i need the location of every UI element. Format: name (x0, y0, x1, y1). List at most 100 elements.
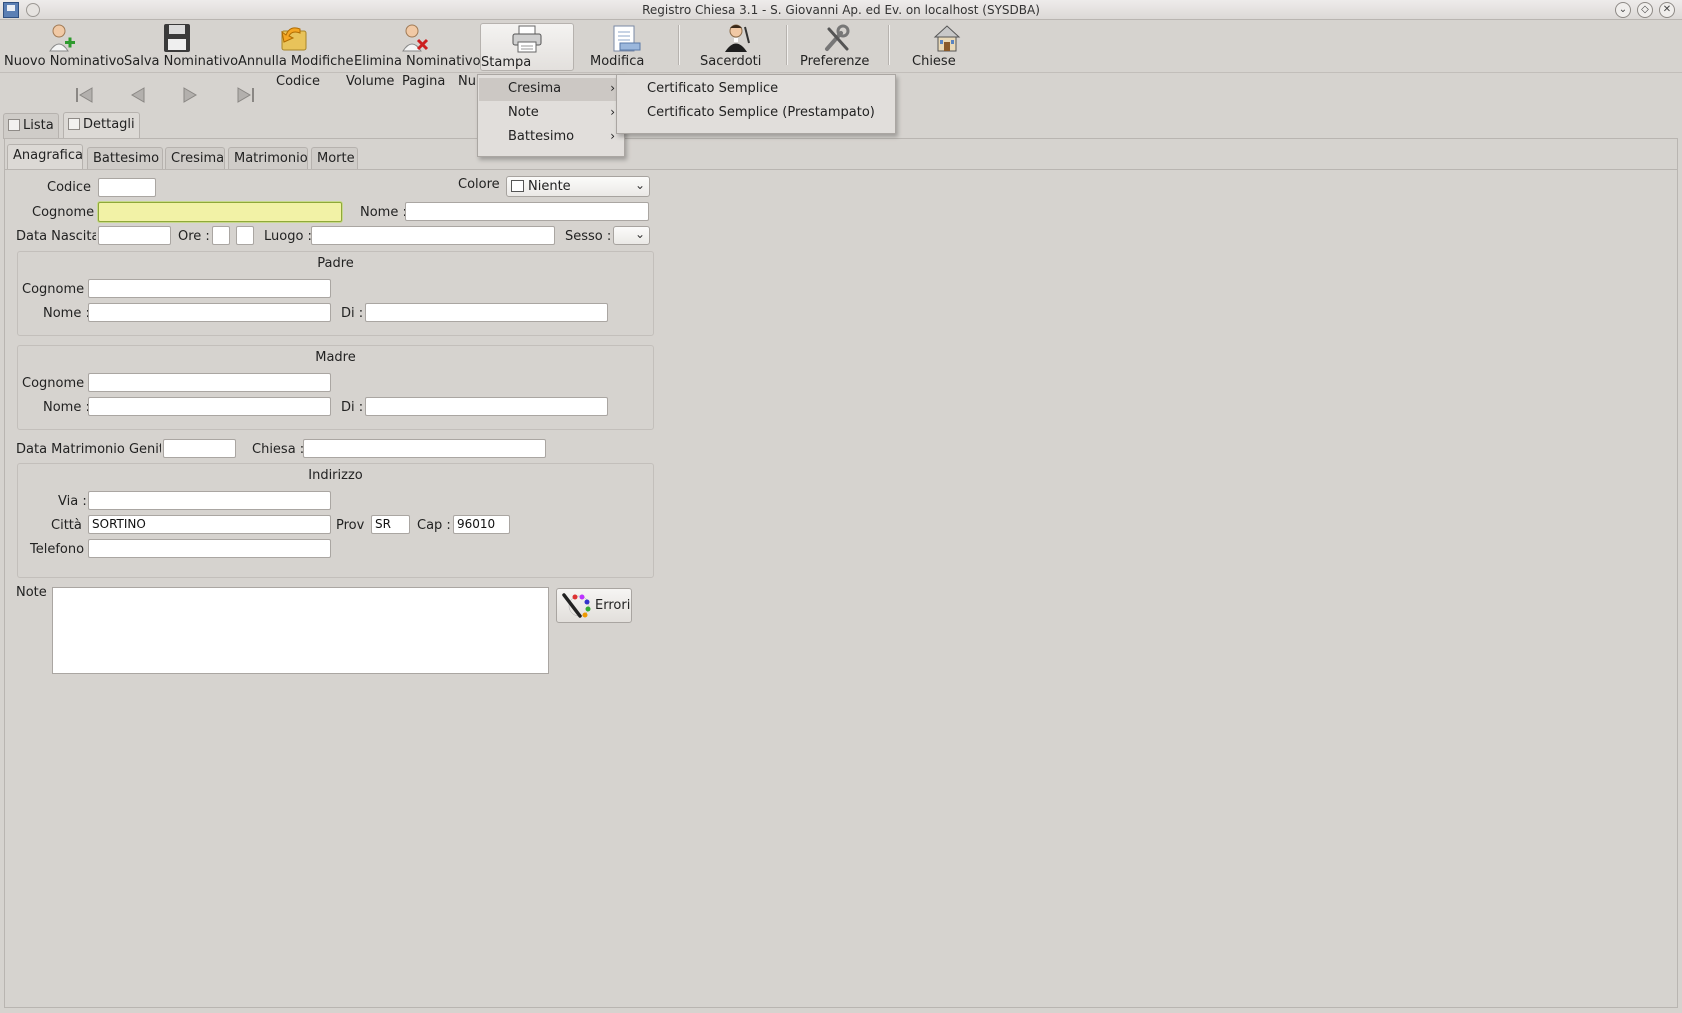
note-textarea[interactable] (52, 587, 549, 674)
luogo-label: Luogo : (264, 229, 312, 244)
padre-cognome-label: Cognome (22, 282, 85, 297)
modifica-button[interactable]: Modifica (590, 23, 662, 71)
remove-person-icon (398, 23, 430, 53)
chevron-right-icon: › (610, 81, 615, 95)
last-record-icon[interactable] (234, 86, 256, 104)
cognome-field[interactable] (98, 202, 342, 222)
subtab-divider (5, 169, 1677, 170)
maximize-icon[interactable]: ◇ (1637, 2, 1653, 18)
sesso-label: Sesso : (565, 229, 612, 244)
toolbar-separator (888, 25, 890, 65)
edit-document-icon (610, 23, 642, 53)
codice-field[interactable] (98, 178, 156, 197)
salva-nominativo-button[interactable]: Salva Nominativo (124, 23, 238, 71)
brush-palette-icon (562, 593, 591, 618)
padre-title: Padre (317, 256, 354, 271)
add-person-icon (45, 23, 77, 53)
main-toolbar: Nuovo Nominativo Salva Nominativo Annull… (0, 20, 1682, 73)
madre-nome-field[interactable] (88, 397, 331, 416)
errori-label: Errori (595, 598, 631, 613)
chevron-right-icon: › (610, 129, 615, 143)
cresima-submenu: Certificato Semplice Certificato Semplic… (616, 74, 896, 134)
menu-item-note[interactable]: Note › (479, 102, 623, 125)
nav-label-pagina: Pagina (402, 74, 446, 89)
padre-nome-label: Nome : (43, 306, 90, 321)
details-icon (68, 118, 80, 130)
menu-item-cresima[interactable]: Cresima › (479, 78, 623, 101)
toolbar-separator (786, 25, 788, 65)
padre-di-label: Di : (341, 306, 364, 321)
prov-field[interactable]: SR (371, 515, 410, 534)
priest-icon (721, 23, 753, 53)
nav-label-volume: Volume (346, 74, 395, 89)
luogo-field[interactable] (311, 226, 555, 245)
minuti-field[interactable] (236, 226, 254, 245)
stampa-menu: Cresima › Note › Battesimo › (477, 74, 625, 157)
tab-lista[interactable]: Lista (3, 113, 59, 139)
next-record-icon[interactable] (180, 86, 202, 104)
minimize-icon[interactable]: ⌄ (1615, 2, 1631, 18)
previous-record-icon[interactable] (126, 86, 148, 104)
window-title: Registro Chiesa 3.1 - S. Giovanni Ap. ed… (642, 3, 1040, 17)
menu-item-certificato-semplice-prestampato[interactable]: Certificato Semplice (Prestampato) (618, 102, 894, 125)
first-record-icon[interactable] (74, 86, 96, 104)
chiesa-label: Chiesa : (252, 442, 305, 457)
telefono-label: Telefono (30, 542, 85, 557)
chiese-button[interactable]: Chiese (912, 23, 982, 71)
sacerdoti-button[interactable]: Sacerdoti (700, 23, 774, 71)
chevron-right-icon: › (610, 105, 615, 119)
nome-label: Nome : (360, 205, 407, 220)
chevron-down-icon: ⌄ (634, 227, 645, 241)
subtab-cresima[interactable]: Cresima (165, 147, 225, 169)
citta-field[interactable]: SORTINO (88, 515, 331, 534)
via-label: Via : (58, 494, 87, 509)
undo-folder-icon (278, 23, 310, 53)
indirizzo-title: Indirizzo (308, 468, 363, 483)
preferenze-button[interactable]: Preferenze (800, 23, 874, 71)
menu-item-certificato-semplice[interactable]: Certificato Semplice (618, 78, 894, 101)
close-icon[interactable]: ✕ (1659, 2, 1675, 18)
nuovo-nominativo-button[interactable]: Nuovo Nominativo (4, 23, 124, 71)
madre-title: Madre (315, 350, 356, 365)
madre-nome-label: Nome : (43, 400, 90, 415)
nome-field[interactable] (405, 202, 649, 221)
chevron-down-icon: ⌄ (634, 178, 645, 192)
colore-select[interactable]: Niente ⌄ (506, 176, 650, 197)
subtab-anagrafica[interactable]: Anagrafica (7, 144, 83, 169)
chiesa-field[interactable] (303, 439, 546, 458)
cognome-label: Cognome (32, 205, 95, 220)
data-matrimonio-genitori-field[interactable] (163, 439, 236, 458)
floppy-disk-icon (161, 23, 193, 53)
madre-di-field[interactable] (365, 397, 608, 416)
citta-label: Città (51, 518, 82, 533)
padre-nome-field[interactable] (88, 303, 331, 322)
tools-icon (821, 23, 853, 53)
tab-dettagli[interactable]: Dettagli (63, 112, 140, 138)
sesso-select[interactable]: ⌄ (613, 226, 650, 245)
cap-label: Cap : (417, 518, 451, 533)
nav-label-numero: Nu (458, 74, 476, 89)
toolbar-separator (678, 25, 680, 65)
telefono-field[interactable] (88, 539, 331, 558)
annulla-modifiche-button[interactable]: Annulla Modifiche (238, 23, 354, 71)
madre-cognome-field[interactable] (88, 373, 331, 392)
cap-field[interactable]: 96010 (453, 515, 510, 534)
colore-label: Colore (458, 177, 500, 192)
stampa-button[interactable]: Stampa (480, 23, 574, 71)
nav-label-codice: Codice (276, 74, 321, 89)
ore-label: Ore : (178, 229, 210, 244)
data-matrimonio-genitori-label: Data Matrimonio Genito (16, 442, 161, 457)
via-field[interactable] (88, 491, 331, 510)
prov-label: Prov (336, 518, 365, 533)
padre-di-field[interactable] (365, 303, 608, 322)
subtab-battesimo[interactable]: Battesimo (87, 147, 163, 169)
title-bar: Registro Chiesa 3.1 - S. Giovanni Ap. ed… (0, 0, 1682, 20)
subtab-morte[interactable]: Morte (311, 147, 358, 169)
elimina-nominativo-button[interactable]: Elimina Nominativo (354, 23, 481, 71)
ore-field[interactable] (212, 226, 230, 245)
subtab-matrimonio[interactable]: Matrimonio (228, 147, 308, 169)
menu-item-battesimo[interactable]: Battesimo › (479, 126, 623, 149)
data-nascita-field[interactable] (98, 226, 171, 245)
errori-button[interactable]: Errori (556, 588, 632, 623)
padre-cognome-field[interactable] (88, 279, 331, 298)
